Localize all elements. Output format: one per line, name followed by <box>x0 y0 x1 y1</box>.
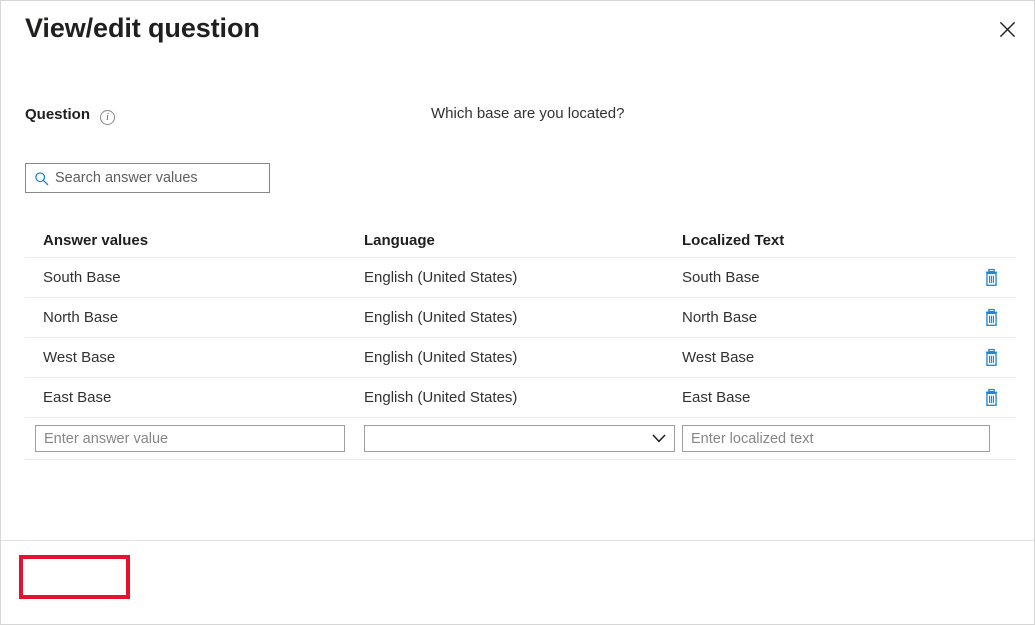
page-title: View/edit question <box>25 13 260 44</box>
question-text: Which base are you located? <box>431 105 624 122</box>
cell-answer-value: East Base <box>25 389 364 406</box>
cell-actions <box>960 267 1016 289</box>
cell-localized-text: North Base <box>682 309 960 326</box>
column-header-answer-values: Answer values <box>25 232 364 249</box>
cell-actions <box>960 307 1016 329</box>
dialog-footer: Save Cancel <box>1 541 1034 625</box>
chevron-down-icon <box>652 432 666 446</box>
trash-icon <box>982 268 1001 287</box>
cell-localized-text: East Base <box>682 389 960 406</box>
delete-row-button[interactable] <box>980 267 1002 289</box>
search-answer-values-box[interactable] <box>25 163 270 193</box>
cell-language: English (United States) <box>364 349 682 366</box>
cell-answer-value: West Base <box>25 349 364 366</box>
table-row: East Base English (United States) East B… <box>25 378 1016 418</box>
table-row: South Base English (United States) South… <box>25 258 1016 298</box>
cell-actions <box>960 347 1016 369</box>
search-icon <box>32 169 50 187</box>
close-button[interactable] <box>986 9 1028 49</box>
dialog-header: View/edit question <box>1 1 1034 73</box>
delete-row-button[interactable] <box>980 307 1002 329</box>
delete-row-button[interactable] <box>980 387 1002 409</box>
trash-icon <box>982 388 1001 407</box>
trash-icon <box>982 308 1001 327</box>
info-icon[interactable]: i <box>100 110 115 125</box>
table-header-row: Answer values Language Localized Text <box>25 223 1016 258</box>
question-label: Question <box>25 106 90 123</box>
cell-localized-text: South Base <box>682 269 960 286</box>
new-localized-text-input[interactable] <box>682 425 990 452</box>
table-row: North Base English (United States) North… <box>25 298 1016 338</box>
view-edit-question-dialog: View/edit question Question i Which base… <box>0 0 1035 625</box>
new-answer-entry-row <box>25 418 1016 460</box>
column-header-language: Language <box>364 232 682 249</box>
cell-language: English (United States) <box>364 389 682 406</box>
cell-language: English (United States) <box>364 309 682 326</box>
trash-icon <box>982 348 1001 367</box>
search-input[interactable] <box>50 169 263 187</box>
new-answer-value-cell <box>25 425 364 452</box>
table-row: West Base English (United States) West B… <box>25 338 1016 378</box>
new-language-cell <box>364 425 682 452</box>
new-answer-value-input[interactable] <box>35 425 345 452</box>
delete-row-button[interactable] <box>980 347 1002 369</box>
cell-actions <box>960 387 1016 409</box>
close-icon <box>999 21 1016 38</box>
new-localized-text-cell <box>682 425 1016 452</box>
answer-values-table: Answer values Language Localized Text So… <box>25 223 1016 460</box>
cell-answer-value: South Base <box>25 269 364 286</box>
cell-localized-text: West Base <box>682 349 960 366</box>
cell-answer-value: North Base <box>25 309 364 326</box>
cell-language: English (United States) <box>364 269 682 286</box>
language-select[interactable] <box>364 425 675 452</box>
question-row: Question i Which base are you located? <box>1 105 1034 133</box>
column-header-localized-text: Localized Text <box>682 232 960 249</box>
